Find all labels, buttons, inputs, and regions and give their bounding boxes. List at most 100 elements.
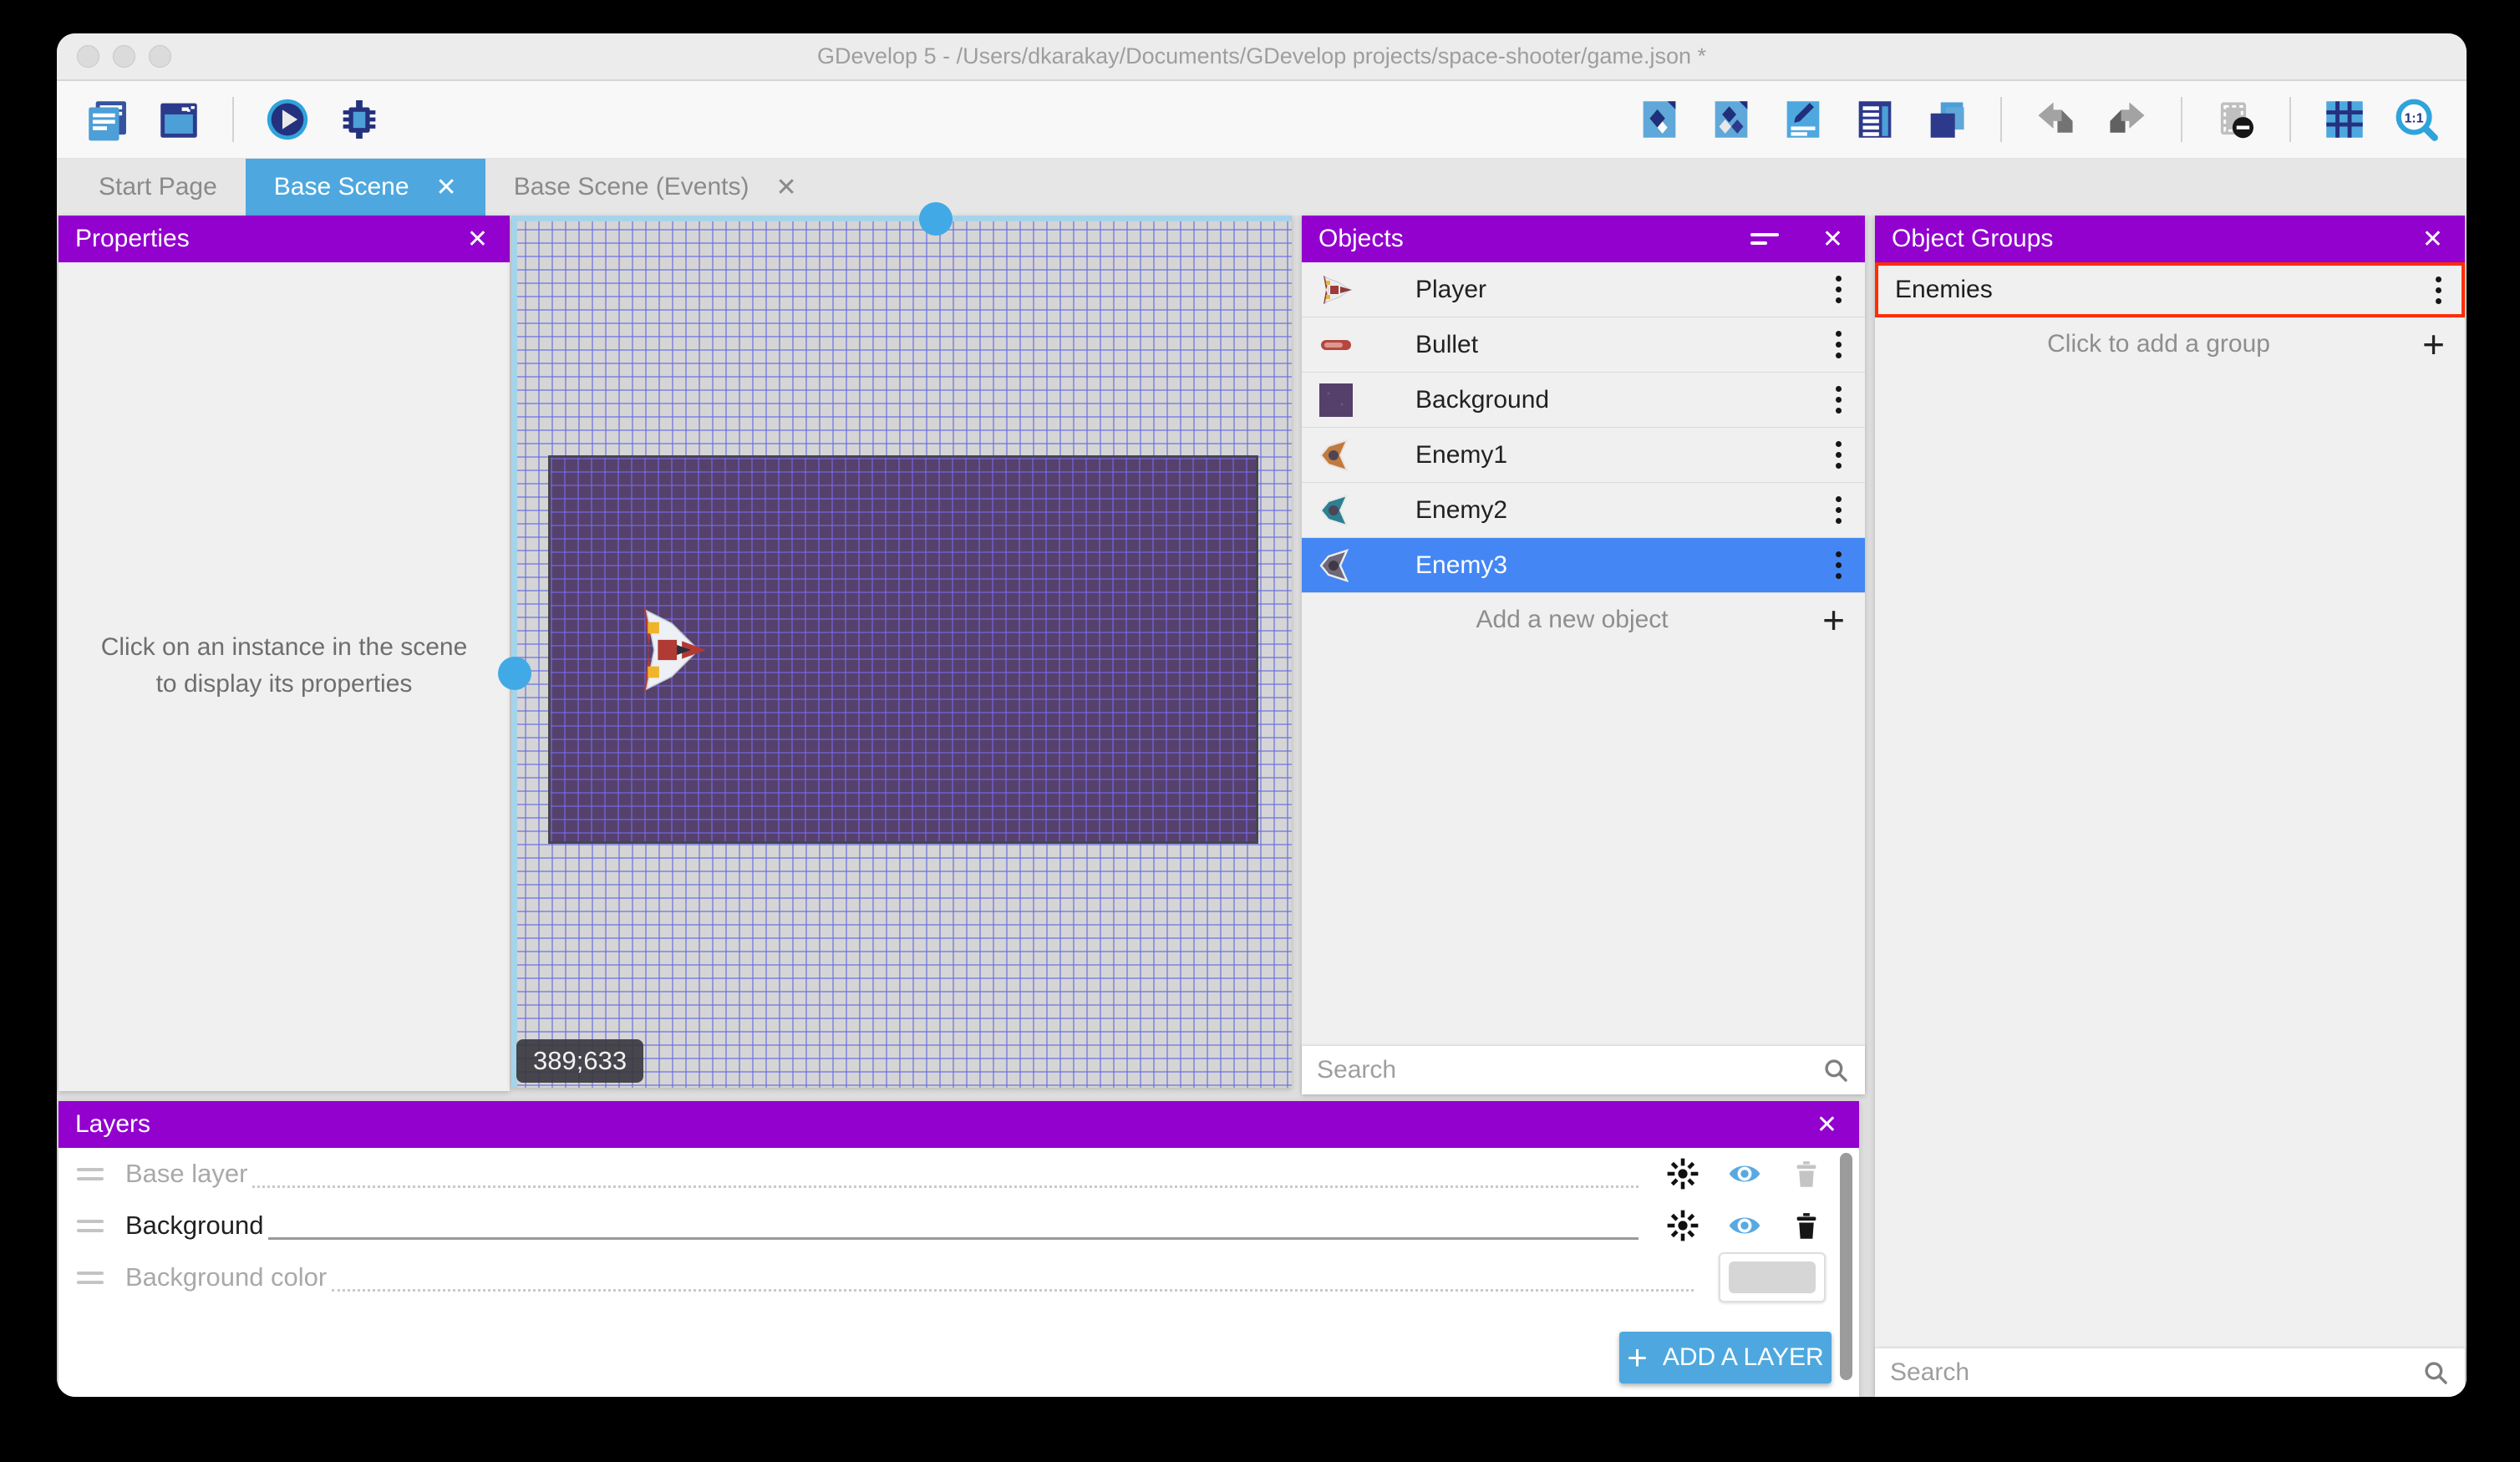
tab-start-page[interactable]: Start Page xyxy=(70,159,246,216)
add-group-label: Click to add a group xyxy=(1895,330,2422,358)
enemy1-thumbnail xyxy=(1317,436,1355,475)
grid-icon[interactable] xyxy=(2319,94,2370,145)
instances-list-icon[interactable] xyxy=(1850,94,1900,145)
toolbar-divider xyxy=(232,97,234,142)
preview-play-icon[interactable] xyxy=(262,94,312,145)
layer-effects-icon[interactable] xyxy=(1664,1206,1702,1245)
object-menu-icon[interactable] xyxy=(1827,271,1850,308)
enemy3-thumbnail xyxy=(1317,546,1355,585)
object-menu-icon[interactable] xyxy=(1827,491,1850,529)
tab-base-scene-events[interactable]: Base Scene (Events) ✕ xyxy=(485,159,826,216)
object-row-enemy1[interactable]: Enemy1 xyxy=(1302,428,1865,483)
close-tab-icon[interactable]: ✕ xyxy=(776,173,797,202)
close-tab-icon[interactable]: ✕ xyxy=(436,173,457,202)
resize-handle-top[interactable] xyxy=(919,202,953,236)
layers-panel-header: Layers ✕ xyxy=(58,1101,1859,1148)
close-panel-icon[interactable]: ✕ xyxy=(2417,225,2448,254)
drag-handle-icon[interactable] xyxy=(77,1220,104,1232)
object-name: Enemy3 xyxy=(1415,551,1827,580)
layer-row-background-color[interactable]: Background color xyxy=(58,1251,1859,1303)
search-icon xyxy=(1821,1056,1850,1084)
close-panel-icon[interactable]: ✕ xyxy=(1811,1110,1842,1140)
object-menu-icon[interactable] xyxy=(1827,381,1850,419)
add-layer-label: ADD A LAYER xyxy=(1663,1343,1824,1372)
objects-panel: Objects ✕ Player Bullet xyxy=(1302,216,1865,1094)
add-object-button[interactable]: Add a new object + xyxy=(1302,593,1865,647)
object-menu-icon[interactable] xyxy=(1827,436,1850,474)
editor-content: Properties ✕ Click on an instance in the… xyxy=(57,216,2467,1397)
object-name: Background xyxy=(1415,386,1827,414)
player-thumbnail xyxy=(1317,271,1355,309)
object-row-bullet[interactable]: Bullet xyxy=(1302,317,1865,373)
add-object-label: Add a new object xyxy=(1322,606,1822,634)
object-menu-icon[interactable] xyxy=(1827,326,1850,363)
objects-panel-header: Objects ✕ xyxy=(1302,216,1865,262)
layer-delete-icon[interactable] xyxy=(1787,1206,1826,1245)
object-row-enemy2[interactable]: Enemy2 xyxy=(1302,483,1865,538)
plus-icon: + xyxy=(1627,1340,1648,1375)
undo-icon[interactable] xyxy=(2030,94,2081,145)
window-title: GDevelop 5 - /Users/dkarakay/Documents/G… xyxy=(57,43,2467,69)
layers-stack-icon[interactable] xyxy=(1922,94,1972,145)
scene-canvas[interactable]: 389;633 xyxy=(511,216,1292,1088)
object-menu-icon[interactable] xyxy=(1827,546,1850,584)
object-name: Enemy2 xyxy=(1415,496,1827,525)
resize-handle-left[interactable] xyxy=(498,657,531,690)
bullet-thumbnail xyxy=(1317,326,1355,364)
drag-handle-icon[interactable] xyxy=(77,1168,104,1180)
properties-pencil-icon[interactable] xyxy=(1778,94,1828,145)
redo-icon[interactable] xyxy=(2102,94,2152,145)
properties-empty-hint: Click on an instance in the scene to dis… xyxy=(58,629,510,702)
add-group-button[interactable]: Click to add a group + xyxy=(1875,317,2465,371)
layer-name[interactable]: Background xyxy=(125,1211,263,1241)
objects-search-bar xyxy=(1302,1046,1865,1094)
layer-row-base[interactable]: Base layer xyxy=(58,1148,1859,1200)
tab-label: Base Scene xyxy=(274,173,409,201)
layer-visibility-eye-icon[interactable] xyxy=(1725,1155,1764,1193)
object-name: Player xyxy=(1415,276,1827,304)
search-icon xyxy=(2421,1358,2450,1387)
player-instance[interactable] xyxy=(631,606,708,694)
scene-window-icon[interactable] xyxy=(154,94,204,145)
layer-name-underline xyxy=(268,1211,1639,1240)
selection-edge-top xyxy=(511,216,1292,221)
background-color-picker[interactable] xyxy=(1719,1252,1826,1302)
add-layer-button[interactable]: + ADD A LAYER xyxy=(1619,1332,1832,1383)
layer-visibility-eye-icon[interactable] xyxy=(1725,1206,1764,1245)
layer-name-underline xyxy=(332,1263,1694,1292)
drag-handle-icon[interactable] xyxy=(77,1272,104,1284)
toolbar-divider xyxy=(2000,97,2002,142)
object-row-background[interactable]: Background xyxy=(1302,373,1865,428)
layer-row-background[interactable]: Background xyxy=(58,1200,1859,1251)
toolbar-divider xyxy=(2289,97,2291,142)
layer-name-underline xyxy=(252,1160,1639,1188)
toolbar-divider xyxy=(2181,97,2182,142)
project-manager-icon[interactable] xyxy=(82,94,132,145)
object-row-enemy3[interactable]: Enemy3 xyxy=(1302,538,1865,593)
filter-icon[interactable] xyxy=(1750,233,1779,245)
object-row-player[interactable]: Player xyxy=(1302,262,1865,317)
enemy2-thumbnail xyxy=(1317,491,1355,530)
tab-base-scene[interactable]: Base Scene ✕ xyxy=(246,159,485,216)
plus-icon: + xyxy=(1822,601,1845,639)
close-panel-icon[interactable]: ✕ xyxy=(462,225,493,254)
objects-search-input[interactable] xyxy=(1317,1056,1821,1084)
group-menu-icon[interactable] xyxy=(2427,272,2450,309)
object-groups-editor-icon[interactable] xyxy=(1706,94,1756,145)
layer-name: Background color xyxy=(125,1262,327,1292)
tab-bar: Start Page Base Scene ✕ Base Scene (Even… xyxy=(57,159,2467,216)
debug-icon[interactable] xyxy=(334,94,384,145)
layers-panel: Layers ✕ Base layer xyxy=(58,1101,1859,1397)
close-panel-icon[interactable]: ✕ xyxy=(1817,225,1848,254)
layer-name[interactable]: Base layer xyxy=(125,1159,247,1189)
group-name: Enemies xyxy=(1890,276,2427,304)
layer-effects-icon[interactable] xyxy=(1664,1155,1702,1193)
group-row-enemies[interactable]: Enemies xyxy=(1875,262,2465,317)
zoom-1-1-icon[interactable]: 1:1 xyxy=(2391,94,2441,145)
objects-editor-icon[interactable] xyxy=(1634,94,1684,145)
layers-scrollbar[interactable] xyxy=(1840,1153,1852,1380)
render-mask-icon[interactable] xyxy=(2211,94,2261,145)
layer-delete-icon[interactable] xyxy=(1787,1155,1826,1193)
panel-title: Object Groups xyxy=(1892,225,2417,253)
groups-search-input[interactable] xyxy=(1890,1358,2421,1387)
